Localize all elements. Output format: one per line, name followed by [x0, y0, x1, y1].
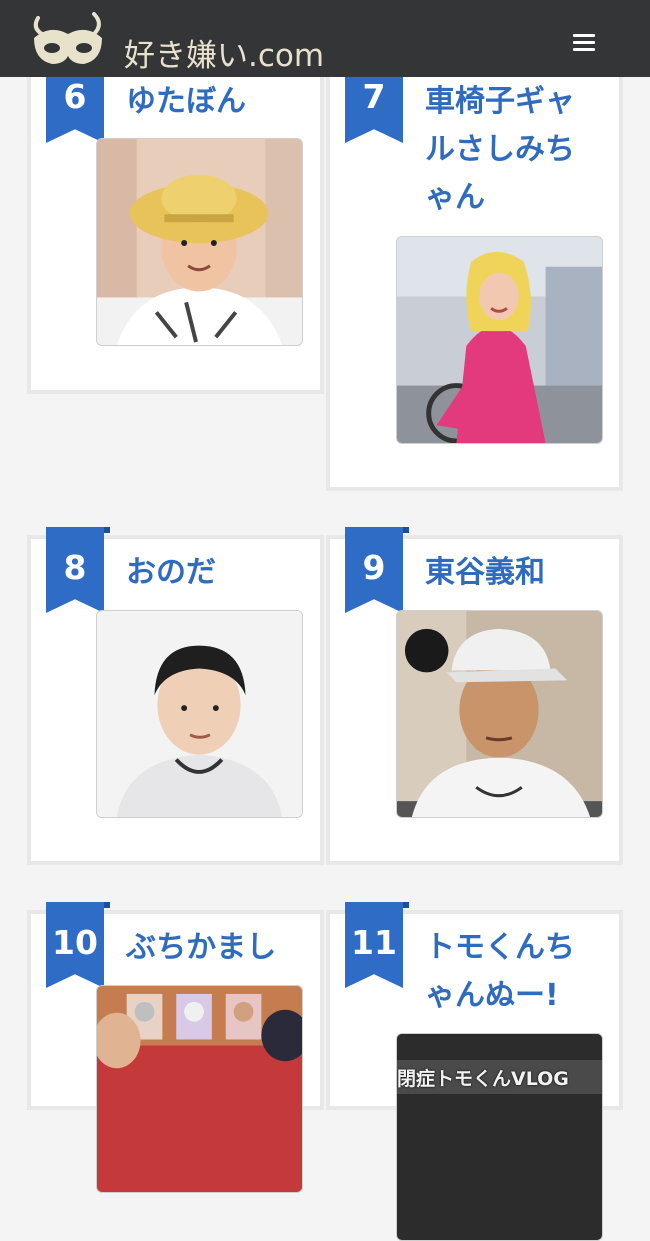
site-name: 好き嫌い.com: [124, 38, 325, 74]
person-name-link[interactable]: トモくんち ゃんぬー!: [425, 924, 575, 1020]
rank-number: 9: [362, 548, 386, 587]
group-photo[interactable]: [96, 985, 303, 1193]
person-name-link[interactable]: おのだ: [126, 549, 216, 597]
name-line: ルさしみち: [425, 132, 575, 167]
site-logo[interactable]: 好き嫌い.com: [28, 10, 328, 74]
person-name-link[interactable]: 車椅子ギャ ルさしみち ゃん: [425, 78, 575, 222]
person-photo[interactable]: [396, 610, 603, 818]
ribbon-fold: [104, 527, 110, 533]
name-line: 車椅子ギャ: [425, 84, 575, 119]
site-header: 好き嫌い.com: [0, 0, 650, 77]
name-line: トモくんち: [425, 930, 575, 965]
rank-number: 6: [63, 77, 87, 116]
ribbon-fold: [104, 902, 110, 908]
name-line: ゃん: [425, 180, 485, 215]
person-name-link[interactable]: ぶちかまし: [126, 924, 276, 972]
thumbnail-caption: 閉症トモくんVLOG: [397, 1068, 569, 1090]
ribbon-fold: [403, 902, 409, 908]
name-line: ゃんぬー!: [425, 978, 559, 1013]
mask-logo-icon: [33, 12, 102, 64]
person-photo[interactable]: [396, 236, 603, 444]
rank-number: 7: [362, 77, 386, 116]
rank-number: 8: [63, 548, 87, 587]
person-name-link[interactable]: 東谷義和: [425, 549, 545, 597]
ribbon-fold: [403, 527, 409, 533]
person-photo[interactable]: [96, 610, 303, 818]
video-thumbnail[interactable]: 閉症トモくんVLOG: [396, 1033, 603, 1241]
rank-number: 11: [351, 923, 397, 962]
rank-number: 10: [52, 923, 98, 962]
person-photo[interactable]: [96, 138, 303, 346]
person-name-link[interactable]: ゆたぼん: [126, 78, 246, 126]
hamburger-icon[interactable]: [566, 28, 602, 56]
